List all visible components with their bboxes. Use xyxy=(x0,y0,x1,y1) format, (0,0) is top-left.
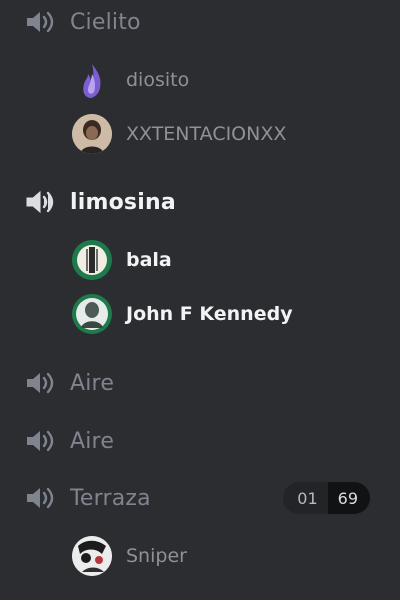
portrait-avatar xyxy=(72,114,112,154)
user-limit-badge: 01 69 xyxy=(283,482,370,514)
speaker-icon xyxy=(24,189,58,215)
sniper-avatar xyxy=(72,536,112,576)
voice-user-xxtentacionxx[interactable]: XXTENTACIONXX xyxy=(72,112,372,156)
voice-user-sniper[interactable]: Sniper xyxy=(72,534,372,578)
user-count: 01 xyxy=(283,482,328,514)
voice-channel-aire-2[interactable]: Aire xyxy=(24,421,376,461)
speaker-icon xyxy=(24,485,58,511)
purple-flame-avatar xyxy=(72,60,112,100)
username: John F Kennedy xyxy=(126,303,293,325)
voice-channel-aire[interactable]: Aire xyxy=(24,363,376,403)
channel-name: Aire xyxy=(70,428,115,454)
voice-channel-list: Cielito diosito XXTENTACIONXX limosina b… xyxy=(0,0,400,600)
channel-name: Terraza xyxy=(70,485,151,511)
user-limit: 69 xyxy=(327,482,370,514)
green-portrait-avatar xyxy=(72,294,112,334)
speaker-icon xyxy=(24,370,58,396)
username: bala xyxy=(126,249,172,271)
username: Sniper xyxy=(126,545,187,567)
voice-channel-cielito[interactable]: Cielito xyxy=(24,2,376,42)
voice-user-john-f-kennedy[interactable]: John F Kennedy xyxy=(72,292,372,336)
voice-channel-limosina[interactable]: limosina xyxy=(24,182,376,222)
channel-name: limosina xyxy=(70,189,176,215)
username: XXTENTACIONXX xyxy=(126,123,287,145)
voice-user-diosito[interactable]: diosito xyxy=(72,58,372,102)
speaker-icon xyxy=(24,9,58,35)
channel-name: Cielito xyxy=(70,9,141,35)
green-ring-avatar xyxy=(72,240,112,280)
speaker-icon xyxy=(24,428,58,454)
username: diosito xyxy=(126,69,190,91)
channel-name: Aire xyxy=(70,370,115,396)
voice-user-bala[interactable]: bala xyxy=(72,238,372,282)
